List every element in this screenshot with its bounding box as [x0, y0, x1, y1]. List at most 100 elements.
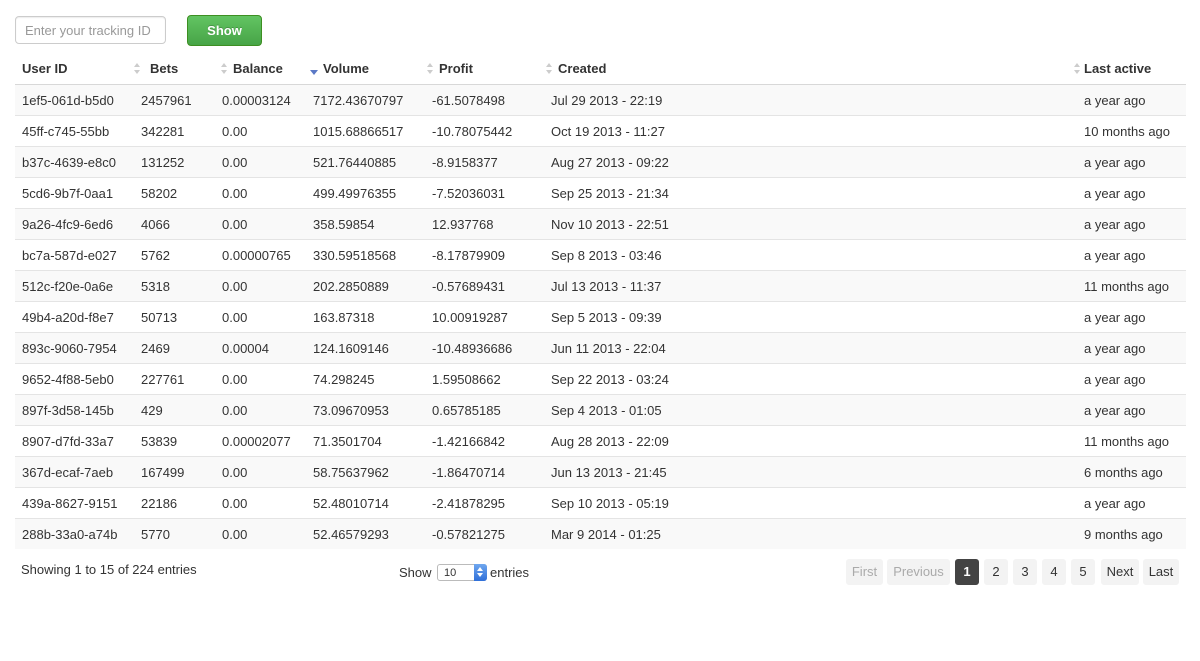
- table-row: 893c-9060-7954 2469 0.00004 124.1609146 -10.…: [15, 332, 1186, 364]
- page-button-2[interactable]: 2: [984, 559, 1008, 585]
- sort-both-icon: [1074, 63, 1081, 75]
- column-header-profit[interactable]: Profit: [425, 53, 544, 85]
- cell-created: Sep 25 2013 - 21:34: [544, 177, 1074, 209]
- cell-created: Oct 19 2013 - 11:27: [544, 115, 1074, 147]
- sort-both-icon: [546, 63, 553, 75]
- cell-profit: -1.42166842: [425, 425, 544, 457]
- tracking-id-input[interactable]: [15, 16, 166, 44]
- cell-volume: 1015.68866517: [306, 115, 425, 147]
- cell-balance: 0.00003124: [215, 84, 306, 116]
- table-row: 45ff-c745-55bb 342281 0.00 1015.68866517 -10…: [15, 115, 1186, 147]
- table-row: 8907-d7fd-33a7 53839 0.00002077 71.3501704-…: [15, 425, 1186, 457]
- cell-user-id: 9652-4f88-5eb0: [15, 363, 134, 395]
- cell-profit: -10.48936686: [425, 332, 544, 364]
- cell-balance: 0.00004: [215, 332, 306, 364]
- cell-created: Sep 4 2013 - 01:05: [544, 394, 1074, 426]
- cell-profit: -61.5078498: [425, 84, 544, 116]
- cell-profit: -10.78075442: [425, 115, 544, 147]
- cell-user-id: bc7a-587d-e027: [15, 239, 134, 271]
- cell-created: Aug 28 2013 - 22:09: [544, 425, 1074, 457]
- cell-balance: 0.00: [215, 363, 306, 395]
- previous-page-button[interactable]: Previous: [887, 559, 950, 585]
- column-header-volume[interactable]: Volume: [306, 53, 425, 85]
- cell-bets: 2469: [134, 332, 215, 364]
- cell-user-id: 439a-8627-9151: [15, 487, 134, 519]
- cell-user-id: 8907-d7fd-33a7: [15, 425, 134, 457]
- column-header-balance[interactable]: Balance: [215, 53, 306, 85]
- entries-label: entries: [490, 565, 530, 580]
- page-button-4[interactable]: 4: [1042, 559, 1066, 585]
- cell-profit: -0.57689431: [425, 270, 544, 302]
- cell-created: Nov 10 2013 - 22:51: [544, 208, 1074, 240]
- next-page-button[interactable]: Next: [1101, 559, 1139, 585]
- cell-last-active: 11 months ago: [1074, 270, 1186, 302]
- cell-user-id: 367d-ecaf-7aeb: [15, 456, 134, 488]
- cell-bets: 53839: [134, 425, 215, 457]
- cell-created: Mar 9 2014 - 01:25: [544, 518, 1074, 549]
- cell-last-active: 10 months ago: [1074, 115, 1186, 147]
- select-arrows-icon: [474, 564, 487, 581]
- table-row: 512c-f20e-0a6e 5318 0.00 202.2850889 -0.5768…: [15, 270, 1186, 302]
- cell-volume: 52.46579293: [306, 518, 425, 549]
- cell-last-active: a year ago: [1074, 487, 1186, 519]
- cell-user-id: 1ef5-061d-b5d0: [15, 84, 134, 116]
- cell-created: Jun 11 2013 - 22:04: [544, 332, 1074, 364]
- page-length-select[interactable]: 10: [437, 564, 487, 581]
- cell-volume: 358.59854: [306, 208, 425, 240]
- cell-last-active: 11 months ago: [1074, 425, 1186, 457]
- cell-volume: 52.48010714: [306, 487, 425, 519]
- cell-volume: 7172.43670797: [306, 84, 425, 116]
- page-button-5[interactable]: 5: [1071, 559, 1095, 585]
- cell-volume: 521.76440885: [306, 146, 425, 178]
- cell-bets: 5762: [134, 239, 215, 271]
- cell-balance: 0.00: [215, 518, 306, 549]
- cell-user-id: 288b-33a0-a74b: [15, 518, 134, 549]
- cell-profit: 1.59508662: [425, 363, 544, 395]
- sort-both-icon: [427, 63, 434, 75]
- table-row: 439a-8627-9151 22186 0.00 52.48010714 -2.418…: [15, 487, 1186, 519]
- cell-volume: 124.1609146: [306, 332, 425, 364]
- table-info: Showing 1 to 15 of 224 entries: [21, 562, 197, 577]
- cell-balance: 0.00: [215, 146, 306, 178]
- table-header-row: User ID Bets Balance Volume Profit Creat…: [15, 53, 1186, 85]
- page-length-value: 10: [444, 567, 457, 579]
- first-page-button[interactable]: First: [846, 559, 883, 585]
- sort-both-icon: [134, 63, 141, 75]
- cell-user-id: 897f-3d58-145b: [15, 394, 134, 426]
- cell-volume: 71.3501704: [306, 425, 425, 457]
- cell-last-active: a year ago: [1074, 301, 1186, 333]
- cell-profit: -8.17879909: [425, 239, 544, 271]
- cell-profit: 10.00919287: [425, 301, 544, 333]
- cell-bets: 131252: [134, 146, 215, 178]
- show-button[interactable]: Show: [187, 15, 262, 46]
- column-header-user-id[interactable]: User ID: [15, 53, 134, 85]
- table-row: 288b-33a0-a74b 5770 0.00 52.46579293 -0.5782…: [15, 518, 1186, 549]
- cell-last-active: a year ago: [1074, 332, 1186, 364]
- cell-profit: -7.52036031: [425, 177, 544, 209]
- last-page-button[interactable]: Last: [1143, 559, 1179, 585]
- cell-balance: 0.00: [215, 456, 306, 488]
- cell-created: Aug 27 2013 - 09:22: [544, 146, 1074, 178]
- cell-last-active: a year ago: [1074, 146, 1186, 178]
- cell-volume: 58.75637962: [306, 456, 425, 488]
- column-header-bets[interactable]: Bets: [134, 53, 215, 85]
- cell-user-id: 512c-f20e-0a6e: [15, 270, 134, 302]
- cell-last-active: 6 months ago: [1074, 456, 1186, 488]
- cell-created: Sep 8 2013 - 03:46: [544, 239, 1074, 271]
- table-row: 9652-4f88-5eb0 227761 0.00 74.298245 1.59508…: [15, 363, 1186, 395]
- cell-profit: -1.86470714: [425, 456, 544, 488]
- page-button-3[interactable]: 3: [1013, 559, 1037, 585]
- cell-last-active: a year ago: [1074, 177, 1186, 209]
- column-header-created[interactable]: Created: [544, 53, 1074, 85]
- cell-balance: 0.00000765: [215, 239, 306, 271]
- cell-volume: 74.298245: [306, 363, 425, 395]
- cell-created: Sep 5 2013 - 09:39: [544, 301, 1074, 333]
- column-header-last-active[interactable]: Last active: [1074, 53, 1186, 85]
- table-row: 1ef5-061d-b5d0 2457961 0.00003124 7172.4367…: [15, 84, 1186, 116]
- cell-balance: 0.00: [215, 394, 306, 426]
- cell-bets: 5318: [134, 270, 215, 302]
- cell-user-id: b37c-4639-e8c0: [15, 146, 134, 178]
- cell-bets: 58202: [134, 177, 215, 209]
- cell-bets: 227761: [134, 363, 215, 395]
- page-button-1[interactable]: 1: [955, 559, 979, 585]
